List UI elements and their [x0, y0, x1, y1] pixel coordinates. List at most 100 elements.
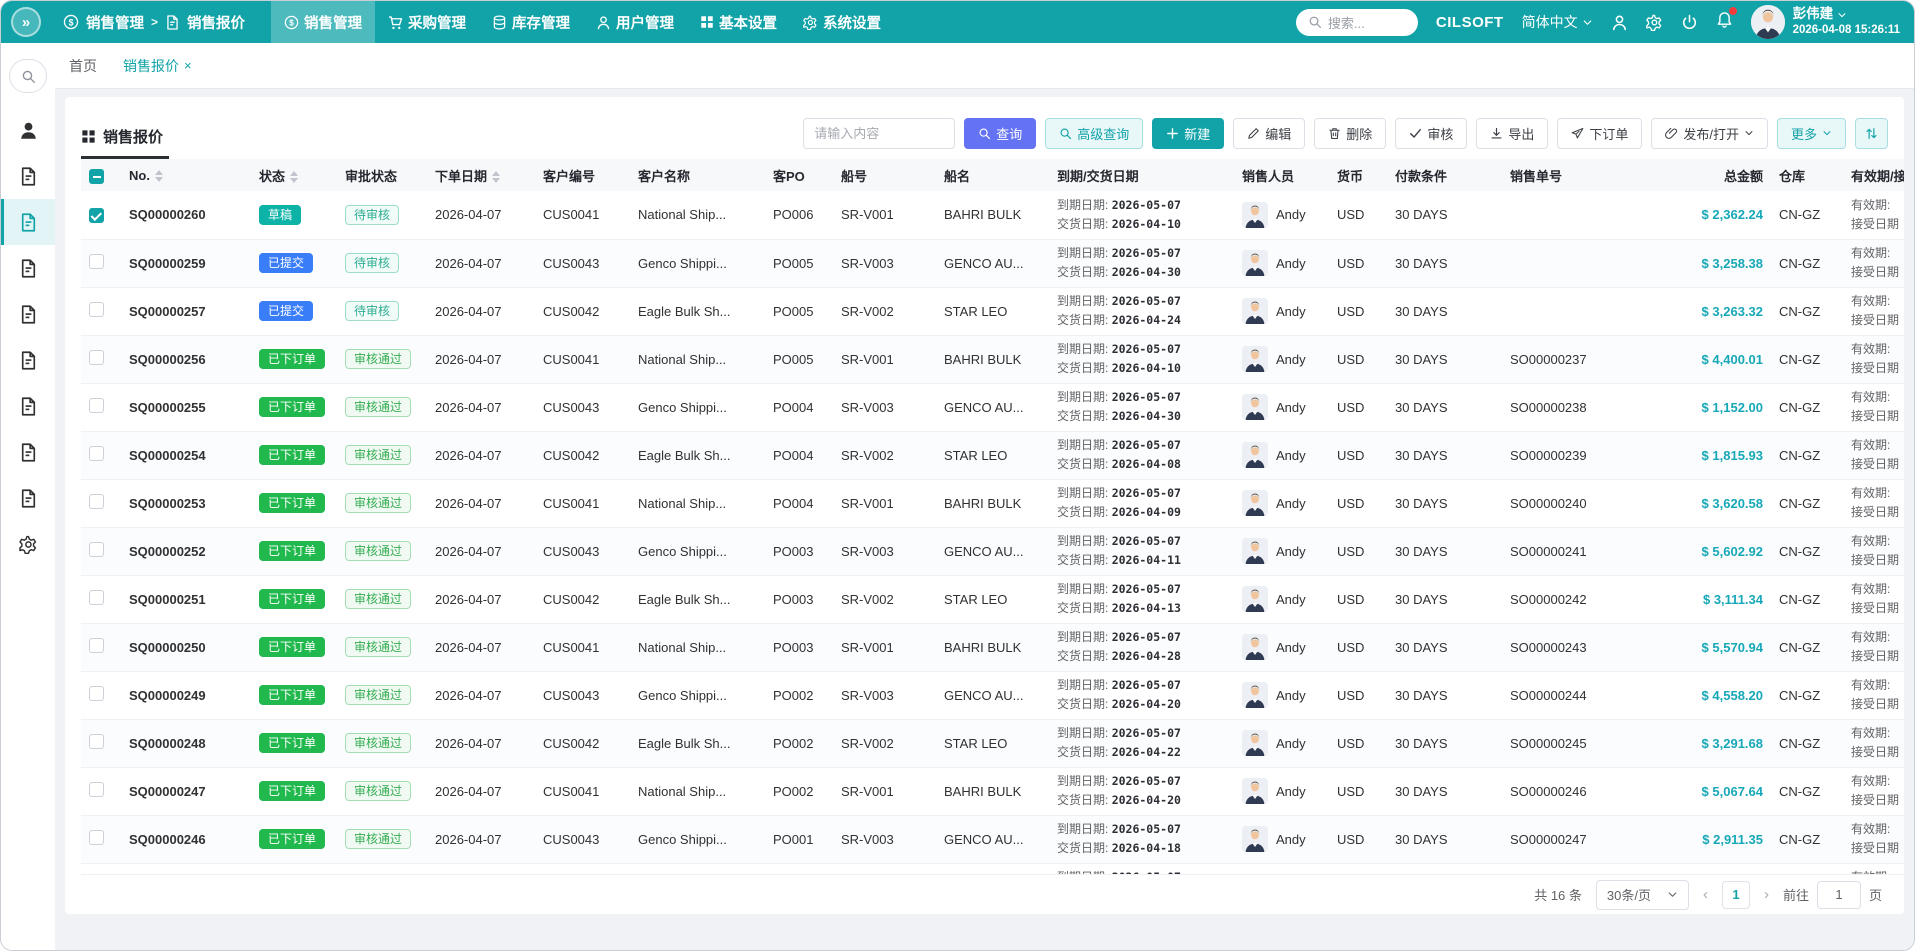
sort-carets-icon[interactable]: [155, 170, 163, 182]
row-checkbox[interactable]: [89, 686, 104, 701]
row-checkbox[interactable]: [89, 782, 104, 797]
global-search-placeholder: 搜索...: [1328, 13, 1365, 32]
sidebar-item-doc-2[interactable]: [1, 245, 55, 291]
menu-item-users[interactable]: 用户管理: [583, 1, 687, 43]
sidebar-item-doc-4[interactable]: [1, 337, 55, 383]
publish-open-button[interactable]: 发布/打开: [1651, 118, 1768, 149]
table-row[interactable]: SQ00000253 已下订单 审核通过 2026-04-07 CUS0041 …: [81, 479, 1904, 527]
menu-item-sales[interactable]: 销售管理: [271, 1, 375, 43]
order-date: 2026-04-07: [427, 863, 535, 874]
sidebar-item-doc-6[interactable]: [1, 429, 55, 475]
sidebar-item-doc-5[interactable]: [1, 383, 55, 429]
create-button[interactable]: 新建: [1152, 118, 1224, 149]
table-row[interactable]: SQ00000248 已下订单 审核通过 2026-04-07 CUS0042 …: [81, 719, 1904, 767]
next-page-button[interactable]: ›: [1764, 886, 1769, 903]
tab-home[interactable]: 首页: [69, 56, 97, 76]
table-row[interactable]: SQ00000259 已提交 待审核 2026-04-07 CUS0043 Ge…: [81, 239, 1904, 287]
row-checkbox[interactable]: [89, 734, 104, 749]
page-size-select[interactable]: 30条/页: [1596, 880, 1689, 910]
table-row[interactable]: SQ00000249 已下订单 审核通过 2026-04-07 CUS0043 …: [81, 671, 1904, 719]
profile-icon[interactable]: [1611, 14, 1628, 31]
sales-order-no: SO00000244: [1502, 671, 1657, 719]
row-checkbox[interactable]: [89, 302, 104, 317]
table-row[interactable]: SQ00000246 已下订单 审核通过 2026-04-07 CUS0043 …: [81, 815, 1904, 863]
ship-no: SR-V003: [833, 383, 936, 431]
row-checkbox[interactable]: [89, 254, 104, 269]
sort-carets-icon[interactable]: [290, 171, 298, 183]
table-row[interactable]: SQ00000256 已下订单 审核通过 2026-04-07 CUS0041 …: [81, 335, 1904, 383]
row-checkbox[interactable]: [89, 494, 104, 509]
menu-item-system-settings[interactable]: 系统设置: [790, 1, 894, 43]
quotation-no: SQ00000257: [121, 287, 251, 335]
language-selector[interactable]: 简体中文: [1522, 12, 1593, 32]
order-date: 2026-04-07: [427, 335, 535, 383]
due-delivery-dates: 到期日期: 2026-05-07 交货日期: 2026-04-10: [1057, 340, 1226, 378]
sidebar-item-doc-3[interactable]: [1, 291, 55, 337]
delete-button[interactable]: 删除: [1314, 118, 1386, 149]
row-checkbox[interactable]: [89, 830, 104, 845]
table-row[interactable]: SQ00000254 已下订单 审核通过 2026-04-07 CUS0042 …: [81, 431, 1904, 479]
place-order-button[interactable]: 下订单: [1557, 118, 1642, 149]
column-header-no[interactable]: No.: [121, 159, 251, 191]
global-search-input[interactable]: 搜索...: [1296, 9, 1418, 36]
sidebar-search-button[interactable]: [9, 59, 47, 93]
breadcrumb-section[interactable]: 销售管理: [86, 12, 144, 33]
breadcrumb-page[interactable]: 销售报价: [187, 12, 245, 33]
sidebar-item-settings[interactable]: [1, 521, 55, 567]
current-page-button[interactable]: 1: [1722, 881, 1750, 909]
settings-icon[interactable]: [1646, 14, 1663, 31]
salesperson-cell: Andy: [1242, 202, 1321, 228]
table-row[interactable]: SQ00000257 已提交 待审核 2026-04-07 CUS0042 Ea…: [81, 287, 1904, 335]
query-button[interactable]: 查询: [964, 118, 1036, 149]
approval-status-badge: 审核通过: [345, 349, 411, 369]
ship-name: BAHRI BULK: [936, 191, 1049, 239]
table-row[interactable]: SQ00000250 已下订单 审核通过 2026-04-07 CUS0041 …: [81, 623, 1904, 671]
filter-input[interactable]: [803, 118, 955, 149]
sidebar-item-sales-quotation[interactable]: [1, 199, 55, 245]
menu-item-inventory[interactable]: 库存管理: [479, 1, 583, 43]
table-row[interactable]: SQ00000247 已下订单 审核通过 2026-04-07 CUS0041 …: [81, 767, 1904, 815]
table-row[interactable]: SQ00000252 已下订单 审核通过 2026-04-07 CUS0043 …: [81, 527, 1904, 575]
tab-sales-quotation[interactable]: 销售报价 ×: [123, 56, 192, 76]
current-datetime: 2026-04-08 15:26:11: [1793, 23, 1900, 37]
salesperson-avatar: [1242, 778, 1268, 804]
sidebar-item-doc-7[interactable]: [1, 475, 55, 521]
customer-name: National Ship...: [630, 191, 765, 239]
goto-page-input[interactable]: [1817, 881, 1861, 909]
prev-page-button[interactable]: ‹: [1703, 886, 1708, 903]
row-checkbox[interactable]: [89, 208, 104, 223]
column-header-status[interactable]: 状态: [251, 159, 337, 191]
row-checkbox[interactable]: [89, 542, 104, 557]
close-icon[interactable]: ×: [184, 58, 192, 73]
sales-order-no: [1502, 239, 1657, 287]
sidebar-collapse-button[interactable]: »: [11, 7, 41, 37]
sidebar-item-doc-1[interactable]: [1, 153, 55, 199]
audit-button[interactable]: 审核: [1395, 118, 1467, 149]
select-all-checkbox[interactable]: [89, 169, 104, 184]
more-button[interactable]: 更多: [1777, 118, 1846, 149]
row-checkbox[interactable]: [89, 446, 104, 461]
row-checkbox[interactable]: [89, 398, 104, 413]
logout-power-icon[interactable]: [1681, 14, 1698, 31]
notifications-button[interactable]: [1716, 11, 1733, 33]
row-checkbox[interactable]: [89, 638, 104, 653]
sort-carets-icon[interactable]: [492, 171, 500, 183]
export-button[interactable]: 导出: [1476, 118, 1548, 149]
column-header-ship-no: 船号: [833, 159, 936, 191]
table-row[interactable]: SQ00000251 已下订单 审核通过 2026-04-07 CUS0042 …: [81, 575, 1904, 623]
sort-toggle-button[interactable]: [1855, 118, 1888, 149]
table-row[interactable]: SQ00000255 已下订单 审核通过 2026-04-07 CUS0043 …: [81, 383, 1904, 431]
menu-item-basic-settings[interactable]: 基本设置: [687, 1, 790, 43]
sidebar-item-customers[interactable]: [1, 107, 55, 153]
user-menu[interactable]: 彭伟建 2026-04-08 15:26:11: [1751, 5, 1900, 39]
table-row[interactable]: SQ00000244 已下订单 审核通过 2026-04-07 CUS0042 …: [81, 863, 1904, 874]
row-checkbox[interactable]: [89, 350, 104, 365]
menu-item-purchase[interactable]: 采购管理: [375, 1, 479, 43]
breadcrumb-divider: >: [151, 15, 158, 29]
table-row[interactable]: SQ00000260 草稿 待审核 2026-04-07 CUS0041 Nat…: [81, 191, 1904, 239]
total-count: 共 16 条: [1534, 885, 1582, 904]
advanced-query-button[interactable]: 高级查询: [1045, 118, 1143, 149]
edit-button[interactable]: 编辑: [1233, 118, 1305, 149]
column-header-order-date[interactable]: 下单日期: [427, 159, 535, 191]
row-checkbox[interactable]: [89, 590, 104, 605]
